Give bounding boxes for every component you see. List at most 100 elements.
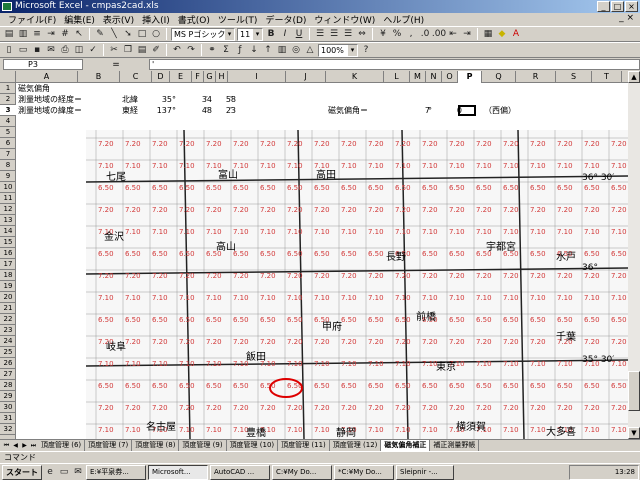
column-header[interactable]: D xyxy=(152,71,170,83)
cell-p3[interactable] xyxy=(458,105,476,116)
last-sheet-icon[interactable]: ⏭ xyxy=(29,441,38,450)
underline-button[interactable]: U xyxy=(293,28,305,40)
zoom-select[interactable]: 100% xyxy=(318,43,358,57)
start-button[interactable]: スタート xyxy=(2,464,42,480)
sheet-tab[interactable]: 頂度管理 (10) xyxy=(227,440,279,451)
next-sheet-icon[interactable]: ▶ xyxy=(20,441,29,450)
hyperlink-icon[interactable]: ⚭ xyxy=(206,44,218,56)
row-header[interactable]: 30 xyxy=(0,402,16,413)
column-header[interactable]: B xyxy=(78,71,120,83)
chart-wizard-icon[interactable]: ▥ xyxy=(276,44,288,56)
cell-q3[interactable]: （西偏） xyxy=(484,105,516,116)
fill-color-icon[interactable]: ◆ xyxy=(496,28,508,40)
formula-equals[interactable]: = xyxy=(86,60,146,70)
cell-i3[interactable]: ″ xyxy=(230,105,233,116)
map-icon[interactable]: ◎ xyxy=(290,44,302,56)
task-button-active[interactable]: Microsoft... xyxy=(148,464,208,480)
menu-help[interactable]: ヘルプ(H) xyxy=(379,13,428,26)
column-header[interactable]: N xyxy=(426,71,442,83)
doc-close-controls[interactable]: _ × xyxy=(619,13,634,23)
cell-a1[interactable]: 磁気偏角 xyxy=(18,83,50,94)
row-header[interactable]: 16 xyxy=(0,248,16,259)
close-button[interactable]: × xyxy=(625,1,638,12)
row-header[interactable]: 27 xyxy=(0,369,16,380)
row-header[interactable]: 3 xyxy=(0,105,16,116)
formula-input[interactable]: ' xyxy=(149,59,640,70)
sheet-tab[interactable]: 補正測量野帳 xyxy=(430,440,480,451)
row-header[interactable]: 11 xyxy=(0,193,16,204)
align-right-icon[interactable]: ☰ xyxy=(342,28,354,40)
autosum-icon[interactable]: Σ xyxy=(220,44,232,56)
column-header[interactable]: J xyxy=(286,71,326,83)
task-button[interactable]: C:¥My Do... xyxy=(272,464,332,480)
cell-area[interactable]: 7.20 7.20 7.20 7.20 7.20 7.20 7.20 7.20 7.20 7.20… xyxy=(16,83,628,439)
arrow-icon[interactable]: ➘ xyxy=(122,28,134,40)
column-header[interactable]: P xyxy=(458,71,482,83)
outdent-icon[interactable]: ⇤ xyxy=(447,28,459,40)
print-icon[interactable]: ⎙ xyxy=(59,44,71,56)
column-header[interactable]: O xyxy=(442,71,458,83)
pointer-icon[interactable]: ↖ xyxy=(73,28,85,40)
quicklaunch-icon[interactable]: ✉ xyxy=(72,466,84,478)
print-preview-icon[interactable]: ◫ xyxy=(73,44,85,56)
task-button[interactable]: *C:¥My Do... xyxy=(334,464,394,480)
task-button[interactable]: AutoCAD ... xyxy=(210,464,270,480)
cell-a2[interactable]: 測量地域の経度＝ xyxy=(18,94,82,105)
row-header[interactable]: 1 xyxy=(0,83,16,94)
title-bar[interactable]: Microsoft Excel - cmpas2cad.xls _ □ × xyxy=(0,0,640,13)
row-header[interactable]: 7 xyxy=(0,149,16,160)
menu-file[interactable]: ファイル(F) xyxy=(4,13,60,26)
column-header[interactable]: T xyxy=(592,71,622,83)
italic-button[interactable]: I xyxy=(279,28,291,40)
maximize-button[interactable]: □ xyxy=(611,1,624,12)
help-icon[interactable]: ? xyxy=(360,44,372,56)
column-header[interactable]: G xyxy=(204,71,216,83)
cell-d2[interactable]: 35 xyxy=(154,94,172,105)
first-sheet-icon[interactable]: ⏮ xyxy=(2,441,11,450)
column-header[interactable]: F xyxy=(192,71,204,83)
desktop-icon[interactable]: ▭ xyxy=(58,466,70,478)
increase-decimal-icon[interactable]: .0 xyxy=(419,28,431,40)
save-icon[interactable]: ▪ xyxy=(31,44,43,56)
row-header[interactable]: 29 xyxy=(0,391,16,402)
menu-edit[interactable]: 編集(E) xyxy=(60,13,99,26)
copy-icon[interactable]: ❐ xyxy=(122,44,134,56)
row-header[interactable]: 21 xyxy=(0,303,16,314)
menu-data[interactable]: データ(D) xyxy=(261,13,310,26)
scroll-up-icon[interactable]: ▲ xyxy=(628,71,640,83)
percent-icon[interactable]: % xyxy=(391,28,403,40)
font-size-select[interactable]: 11 xyxy=(237,27,263,41)
column-header[interactable]: C xyxy=(120,71,152,83)
indent2-icon[interactable]: ⇥ xyxy=(461,28,473,40)
row-header[interactable]: 31 xyxy=(0,413,16,424)
row-header[interactable]: 2 xyxy=(0,94,16,105)
column-header[interactable]: I xyxy=(228,71,286,83)
column-header[interactable]: E xyxy=(170,71,192,83)
cell-d3[interactable]: 137 xyxy=(154,105,172,116)
row-header[interactable]: 6 xyxy=(0,138,16,149)
row-header[interactable]: 20 xyxy=(0,292,16,303)
minimize-button[interactable]: _ xyxy=(597,1,610,12)
ie-icon[interactable]: e xyxy=(44,466,56,478)
cell-e2[interactable]: ° xyxy=(172,94,176,105)
cell-f2[interactable]: 34 xyxy=(194,94,212,105)
row-header[interactable]: 9 xyxy=(0,171,16,182)
sheet-tab[interactable]: 頂度管理 (12) xyxy=(330,440,382,451)
cut-icon[interactable]: ✂ xyxy=(108,44,120,56)
sort-asc-icon[interactable]: ↓ xyxy=(248,44,260,56)
vertical-scrollbar[interactable]: ▲ ▼ xyxy=(628,71,640,439)
sheet-tab[interactable]: 頂度管理 (7) xyxy=(85,440,133,451)
task-button[interactable]: E:¥平泉券... xyxy=(86,464,146,480)
redo-icon[interactable]: ↷ xyxy=(185,44,197,56)
row-header[interactable]: 12 xyxy=(0,204,16,215)
column-header[interactable]: L xyxy=(384,71,410,83)
cell-h2[interactable]: 58 xyxy=(218,94,236,105)
row-header[interactable]: 28 xyxy=(0,380,16,391)
row-header[interactable]: 19 xyxy=(0,281,16,292)
row-header[interactable]: 25 xyxy=(0,347,16,358)
row-header[interactable]: 10 xyxy=(0,182,16,193)
draw-icon[interactable]: ✎ xyxy=(94,28,106,40)
cell-h3[interactable]: 23 xyxy=(218,105,236,116)
font-color-icon[interactable]: A xyxy=(510,28,522,40)
decrease-decimal-icon[interactable]: .00 xyxy=(432,28,446,40)
